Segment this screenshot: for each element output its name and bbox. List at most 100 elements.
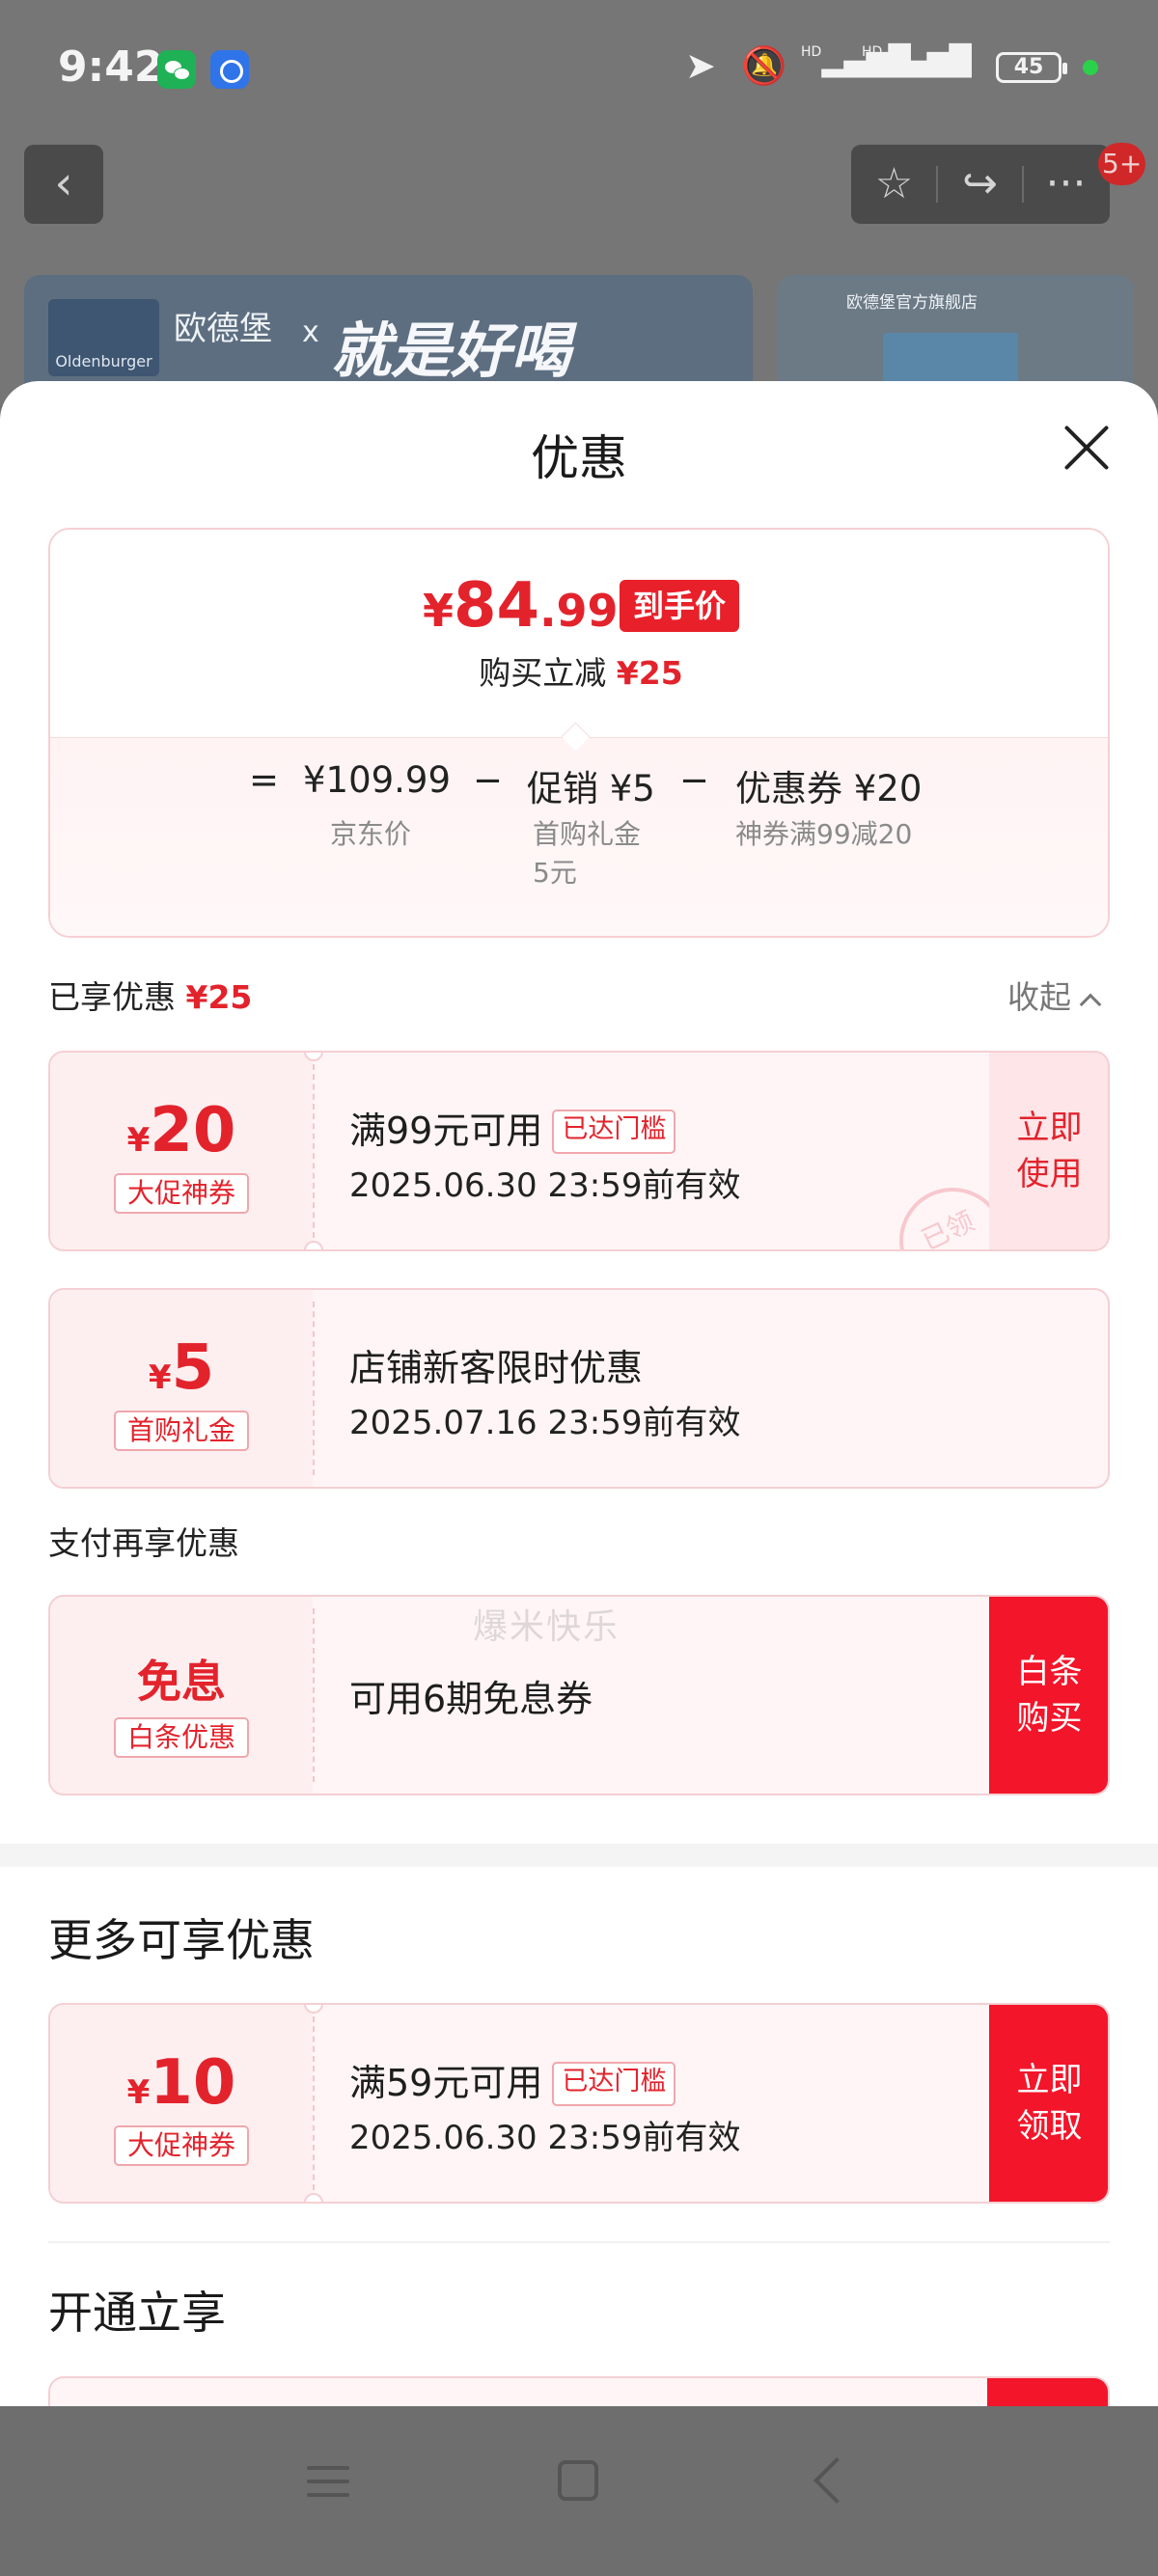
coupon-currency: ¥ — [126, 1121, 151, 1160]
background-page: 9:42 ➤ 🔕 HD▂▄▆█ HD▂▄▆█ ≋ 45 ‹ ☆ ↪ ··· 5+… — [0, 0, 1158, 405]
reduce-label: 购买立减 — [479, 654, 607, 692]
formula-coupon-caption: 神券满99减20 — [735, 818, 913, 850]
divider-line — [48, 2241, 1110, 2243]
status-time: 9:42 — [58, 42, 164, 92]
coupon-currency: ¥ — [148, 1358, 172, 1397]
message-badge: 5+ — [1098, 143, 1146, 185]
wifi-icon: ≋ — [928, 44, 959, 87]
formula-jd-price-caption: 京东价 — [330, 818, 412, 850]
coupon-currency: ¥ — [126, 2073, 151, 2112]
coupon-amount-value: 10 — [150, 2047, 236, 2119]
action-label-line1: 立即 — [1016, 2061, 1083, 2099]
coupon-amount: ¥20 — [50, 1095, 313, 1166]
brand-logo: Oldenburger — [48, 299, 159, 376]
final-price-tag: 到手价 — [620, 580, 740, 632]
enjoyed-amount: ¥25 — [185, 978, 253, 1016]
reduce-amount: ¥25 — [616, 654, 683, 692]
collapse-label: 收起 — [1007, 978, 1071, 1016]
formula-op-minus: − — [679, 759, 710, 801]
back-button[interactable]: ‹ — [24, 145, 103, 224]
coupon-expiry: 2025.06.30 23:59前有效 — [349, 2119, 741, 2157]
price-top: ¥84.99 到手价 购买立减 ¥25 — [50, 530, 1108, 737]
share-icon[interactable]: ↪ — [937, 145, 1023, 224]
coupon-amount: 免息 — [137, 1656, 226, 1708]
coupon-card: ¥10 大促神券 满59元可用 已达门槛 2025.06.30 23:59前有效 … — [48, 2003, 1110, 2204]
coupon-divider — [313, 2016, 315, 2190]
formula-op-equals: = — [249, 759, 280, 801]
watermark: 爆米快乐 — [473, 1607, 620, 1647]
more-icon[interactable]: ··· — [1023, 145, 1109, 224]
top-action-group: ☆ ↪ ··· — [851, 145, 1110, 224]
coupon-amount-value: 5 — [171, 1332, 215, 1404]
price-decimal: .99 — [539, 585, 619, 637]
battery-indicator: 45 — [996, 52, 1067, 83]
brand-slogan: 就是好喝 — [331, 315, 571, 386]
coupon-card-partial — [48, 2376, 1110, 2407]
coupon-title: 可用6期免息券 — [349, 1678, 593, 1720]
reduce-line: 购买立减 ¥25 — [50, 647, 1108, 694]
action-button-partial[interactable] — [987, 2378, 1108, 2407]
system-navbar — [0, 2406, 1158, 2576]
chevron-up-icon — [1079, 993, 1102, 1016]
coupon-expiry: 2025.06.30 23:59前有效 — [349, 1166, 741, 1205]
coupon-card: ¥20 大促神券 满99元可用 已达门槛 2025.06.30 23:59前有效 … — [48, 1051, 1110, 1251]
formula-promo-caption: 首购礼金 5元 — [533, 818, 642, 889]
enjoyed-label: 已享优惠 ¥25 — [48, 972, 252, 1018]
price-summary-card: ¥84.99 到手价 购买立减 ¥25 = ¥109.99 京东价 − 促销 ¥… — [48, 528, 1110, 938]
coupon-title-text: 满99元可用 — [349, 1110, 543, 1152]
action-label-line1: 立即 — [1016, 1109, 1083, 1147]
brand-x: x — [302, 315, 319, 349]
home-icon[interactable] — [558, 2460, 598, 2501]
open-section-heading: 开通立享 — [48, 2287, 226, 2339]
coupon-notch — [304, 1241, 323, 1249]
use-now-button[interactable]: 立即 使用 — [989, 1053, 1108, 1249]
formula-coupon: 优惠券 ¥20 — [735, 768, 923, 809]
action-label-line1: 白条 — [1016, 1653, 1083, 1691]
price-formula: = ¥109.99 京东价 − 促销 ¥5 首购礼金 5元 − 优惠券 ¥20 … — [50, 737, 1108, 936]
coupon-title: 店铺新客限时优惠 — [349, 1347, 644, 1389]
action-label-line2: 购买 — [1016, 1699, 1083, 1738]
coupon-amount: ¥5 — [50, 1332, 313, 1404]
favorite-icon[interactable]: ☆ — [851, 145, 937, 224]
formula-promo: 促销 ¥5 — [527, 768, 655, 809]
coupon-type-tag: 大促神券 — [114, 2125, 249, 2166]
collapse-button[interactable]: 收起 — [1007, 972, 1102, 1018]
discount-sheet: 优惠 ¥84.99 到手价 购买立减 ¥25 = ¥109.99 京东价 − 促… — [0, 381, 1158, 2407]
baitiao-buy-button[interactable]: 白条 购买 — [989, 1597, 1108, 1794]
privacy-dot — [1083, 60, 1098, 75]
wechat-icon — [157, 50, 196, 89]
coupon-amount-value: 20 — [150, 1095, 236, 1166]
coupon-notch — [304, 2193, 323, 2202]
mute-icon: 🔕 — [741, 44, 787, 87]
status-bar: 9:42 ➤ 🔕 HD▂▄▆█ HD▂▄▆█ ≋ 45 — [0, 0, 1158, 135]
more-section-heading: 更多可享优惠 — [48, 1914, 315, 1966]
menu-icon[interactable] — [307, 2462, 349, 2501]
currency-symbol: ¥ — [423, 585, 455, 637]
threshold-badge: 已达门槛 — [552, 1110, 676, 1154]
pay-section-label: 支付再享优惠 — [48, 1524, 239, 1562]
alarm-app-icon — [210, 50, 249, 89]
coupon-divider — [313, 1608, 315, 1782]
section-separator — [0, 1844, 1158, 1867]
formula-op-minus: − — [473, 759, 504, 801]
coupon-title-text: 满59元可用 — [349, 2062, 543, 2104]
coupon-type-tag: 白条优惠 — [114, 1717, 249, 1758]
back-nav-icon[interactable] — [813, 2456, 861, 2505]
brand-name: 欧德堡 — [174, 310, 272, 348]
coupon-type-tag: 首购礼金 — [114, 1411, 249, 1451]
coupon-divider — [313, 1064, 315, 1238]
sheet-title: 优惠 — [531, 430, 627, 486]
store-name: 欧德堡官方旗舰店 — [846, 293, 978, 313]
coupon-expiry: 2025.07.16 23:59前有效 — [349, 1404, 741, 1442]
claim-now-button[interactable]: 立即 领取 — [989, 2005, 1108, 2202]
coupon-title: 满99元可用 已达门槛 — [349, 1101, 676, 1154]
coupon-card: ¥5 首购礼金 店铺新客限时优惠 2025.07.16 23:59前有效 — [48, 1288, 1110, 1489]
action-label-line2: 使用 — [1016, 1155, 1083, 1193]
enjoyed-label-text: 已享优惠 — [48, 978, 176, 1016]
close-icon[interactable] — [1060, 420, 1114, 474]
price-integer: 84 — [454, 570, 540, 642]
coupon-title: 满59元可用 已达门槛 — [349, 2053, 676, 2106]
coupon-divider — [313, 1302, 315, 1475]
coupon-amount: ¥10 — [50, 2047, 313, 2119]
formula-jd-price: ¥109.99 — [303, 759, 452, 801]
